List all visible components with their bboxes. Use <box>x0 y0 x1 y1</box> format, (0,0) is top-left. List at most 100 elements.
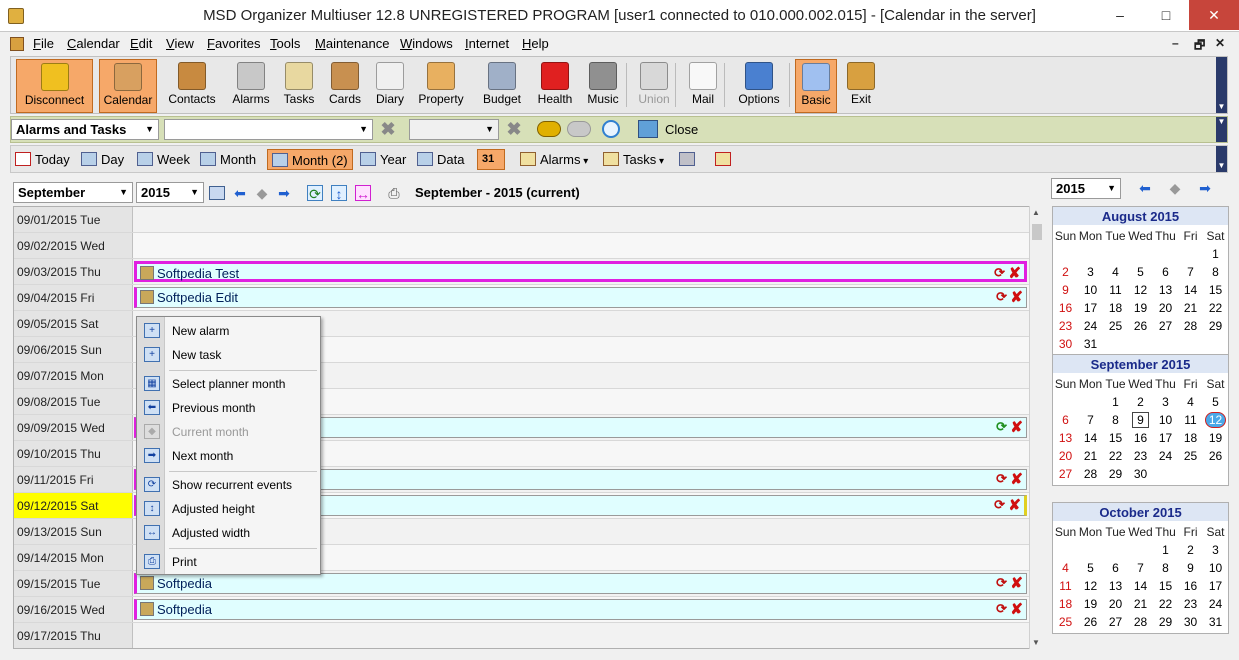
mini-day[interactable]: 17 <box>1153 431 1178 445</box>
mini-day[interactable]: 15 <box>1153 579 1178 593</box>
scroll-down-icon[interactable]: ▼ <box>1032 638 1040 647</box>
context-item-new-alarm[interactable]: + New alarm <box>137 320 320 342</box>
toolbar-overflow-icon[interactable]: ▼ <box>1216 57 1227 113</box>
viewbar-overflow-icon[interactable]: ▼ <box>1216 146 1227 172</box>
mini-day[interactable]: 14 <box>1178 283 1203 297</box>
event-bar[interactable]: Softpedia Edit ⟳ ✘ <box>134 287 1027 308</box>
mini-day[interactable]: 23 <box>1053 319 1078 333</box>
mini-day[interactable]: 1 <box>1103 395 1128 409</box>
alarms-button[interactable]: Alarms <box>228 59 274 113</box>
mini-day[interactable]: 30 <box>1178 615 1203 629</box>
mini-day[interactable]: 6 <box>1053 413 1078 427</box>
alarms-dropdown-menu[interactable]: Alarms ▾ <box>516 149 592 170</box>
mini-day[interactable]: 22 <box>1153 597 1178 611</box>
mdi-child-icon[interactable] <box>10 37 24 51</box>
mini-day[interactable]: 15 <box>1203 283 1228 297</box>
mini-day[interactable]: 27 <box>1103 615 1128 629</box>
mini-day[interactable]: 25 <box>1178 449 1203 463</box>
mini-day[interactable]: 3 <box>1078 265 1103 279</box>
close-button[interactable]: ✕ <box>1189 0 1239 30</box>
scroll-up-icon[interactable]: ▲ <box>1032 208 1040 217</box>
arrow-right-icon[interactable]: ➡ <box>276 185 292 201</box>
mini-day[interactable]: 13 <box>1053 431 1078 445</box>
mini-day[interactable]: 26 <box>1078 615 1103 629</box>
context-item-show-recurrent-events[interactable]: ⟳ Show recurrent events <box>137 474 320 496</box>
mini-day[interactable]: 26 <box>1128 319 1153 333</box>
mini-day[interactable]: 12 <box>1205 412 1226 428</box>
mini-day[interactable]: 23 <box>1178 597 1203 611</box>
mini-day[interactable]: 28 <box>1128 615 1153 629</box>
mini-month-title[interactable]: September 2015 <box>1053 355 1228 373</box>
mini-day[interactable]: 8 <box>1103 413 1128 427</box>
mini-day[interactable]: 22 <box>1203 301 1228 315</box>
mini-day[interactable]: 8 <box>1153 561 1178 575</box>
mini-month-title[interactable]: August 2015 <box>1053 207 1228 225</box>
mini-day[interactable]: 11 <box>1053 579 1078 593</box>
mini-day[interactable]: 17 <box>1203 579 1228 593</box>
mini-day[interactable]: 8 <box>1203 265 1228 279</box>
mini-day[interactable]: 18 <box>1178 431 1203 445</box>
mini-day[interactable]: 24 <box>1203 597 1228 611</box>
mini-day[interactable]: 27 <box>1053 467 1078 481</box>
context-item-print[interactable]: ⎙ Print <box>137 551 320 573</box>
delete-event-icon[interactable]: ✘ <box>1010 600 1023 618</box>
day-row[interactable]: 09/04/2015 Fri Softpedia Edit ⟳ ✘ <box>14 285 1029 311</box>
unlink-coins-icon[interactable] <box>567 121 591 137</box>
mini-day[interactable]: 3 <box>1153 395 1178 409</box>
mini-day[interactable]: 9 <box>1053 283 1078 297</box>
mini-day[interactable]: 12 <box>1128 283 1153 297</box>
recurrent-icon[interactable]: ⟳ <box>996 601 1007 617</box>
mini-day[interactable]: 13 <box>1103 579 1128 593</box>
menu-calendar[interactable]: Calendar <box>67 36 120 51</box>
day-row[interactable]: 09/01/2015 Tue <box>14 207 1029 233</box>
mdi-minimize-button[interactable]: – <box>1172 36 1179 50</box>
event-bar[interactable]: Softpedia ⟳ ✘ <box>134 573 1027 594</box>
mini-day[interactable]: 21 <box>1078 449 1103 463</box>
mdi-close-button[interactable]: ✕ <box>1215 36 1225 50</box>
mini-day[interactable]: 15 <box>1103 431 1128 445</box>
mini-day[interactable]: 10 <box>1203 561 1228 575</box>
calendar-button[interactable]: Calendar <box>99 59 157 113</box>
menu-help[interactable]: Help <box>522 36 549 51</box>
event-bar[interactable]: Softpedia ⟳ ✘ <box>134 599 1027 620</box>
year-select[interactable]: 2015 ▼ <box>136 182 204 203</box>
mini-day[interactable]: 21 <box>1128 597 1153 611</box>
mini-day[interactable]: 19 <box>1203 431 1228 445</box>
delete-event-icon[interactable]: ✘ <box>1010 288 1023 306</box>
planner-month-icon[interactable] <box>209 186 225 200</box>
context-item-next-month[interactable]: ➡ Next month <box>137 445 320 467</box>
cards-button[interactable]: Cards <box>323 59 367 113</box>
mini-day[interactable]: 10 <box>1153 413 1178 427</box>
mdi-restore-button[interactable]: 🗗 <box>1194 36 1205 57</box>
month-select[interactable]: September ▼ <box>13 182 133 203</box>
close-panel-label[interactable]: Close <box>665 122 698 137</box>
mini-day[interactable]: 21 <box>1178 301 1203 315</box>
mini-day[interactable]: 7 <box>1178 265 1203 279</box>
mini-day[interactable]: 2 <box>1128 395 1153 409</box>
view-day-button[interactable]: Day <box>77 149 128 170</box>
close-panel-icon[interactable] <box>638 120 658 138</box>
mini-day[interactable]: 5 <box>1128 265 1153 279</box>
maximize-button[interactable]: □ <box>1143 0 1189 30</box>
mini-day[interactable]: 16 <box>1128 431 1153 445</box>
search-magnifier-icon[interactable] <box>602 120 620 138</box>
adjust-width-icon[interactable]: ↔ <box>355 185 371 202</box>
mini-day[interactable]: 17 <box>1078 301 1103 315</box>
printer-icon[interactable]: ⎙ <box>386 185 402 201</box>
disconnect-button[interactable]: Disconnect <box>16 59 93 113</box>
day-lane[interactable] <box>133 233 1029 258</box>
mini-day[interactable]: 20 <box>1053 449 1078 463</box>
mail-button[interactable]: Mail <box>681 59 725 113</box>
mini-day[interactable]: 10 <box>1078 283 1103 297</box>
mini-day[interactable]: 24 <box>1078 319 1103 333</box>
recurrent-icon[interactable]: ⟳ <box>994 265 1005 281</box>
menu-tools[interactable]: Tools <box>270 36 300 51</box>
mini-day[interactable]: 26 <box>1203 449 1228 463</box>
mini-day[interactable]: 9 <box>1178 561 1203 575</box>
recurrent-icon[interactable]: ⟳ <box>994 497 1005 513</box>
mini-day[interactable]: 6 <box>1103 561 1128 575</box>
view-month-button[interactable]: Month <box>196 149 260 170</box>
mini-day[interactable]: 19 <box>1078 597 1103 611</box>
vertical-scrollbar[interactable]: ▲ ▼ <box>1029 206 1043 649</box>
alarmbar-overflow-icon[interactable]: ▼ <box>1216 117 1227 142</box>
